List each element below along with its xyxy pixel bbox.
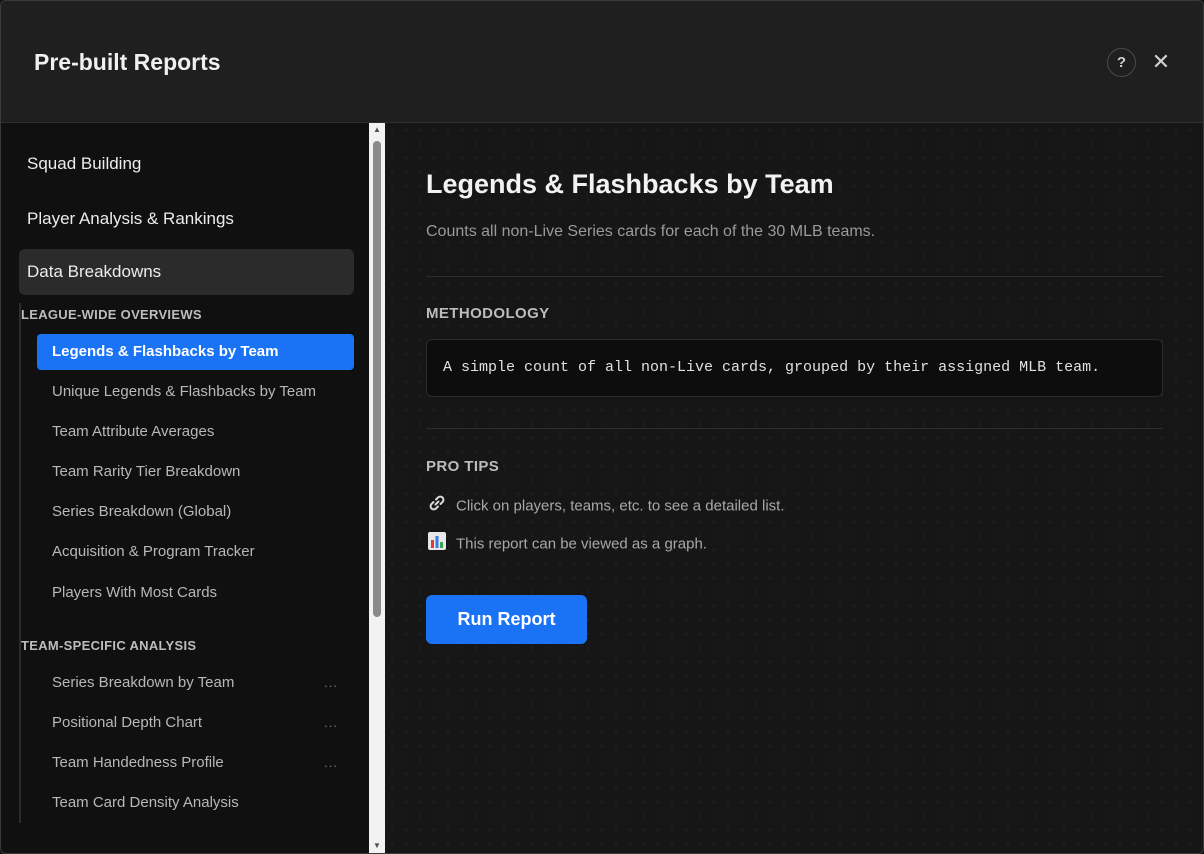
reports-dialog: Pre-built Reports ? ✕ Squad Building Pla… <box>0 0 1204 854</box>
section-team-specific: TEAM-SPECIFIC ANALYSIS <box>21 638 197 653</box>
help-button[interactable]: ? <box>1107 48 1136 77</box>
pro-tips-heading: PRO TIPS <box>426 458 500 475</box>
run-report-button[interactable]: Run Report <box>426 595 587 644</box>
report-detail-panel: Legends & Flashbacks by Team Counts all … <box>385 123 1203 853</box>
report-item-card-density[interactable]: Team Card Density Analysis <box>37 785 354 821</box>
report-item-handedness[interactable]: Team Handedness Profile ... <box>37 745 354 781</box>
item-label: Positional Depth Chart <box>52 714 203 731</box>
close-button[interactable]: ✕ <box>1149 49 1173 75</box>
category-data-breakdowns[interactable]: Data Breakdowns <box>19 249 354 295</box>
tip-item: Click on players, teams, etc. to see a d… <box>426 493 784 515</box>
more-options-icon[interactable]: ... <box>324 665 338 701</box>
sidebar: Squad Building Player Analysis & Ranking… <box>1 123 369 853</box>
item-label: Team Handedness Profile <box>52 754 224 771</box>
group-divider <box>19 303 21 823</box>
category-player-analysis[interactable]: Player Analysis & Rankings <box>19 196 354 242</box>
report-item-positional-depth[interactable]: Positional Depth Chart ... <box>37 705 354 741</box>
report-item-unique-legends[interactable]: Unique Legends & Flashbacks by Team <box>37 374 354 410</box>
more-options-icon[interactable]: ... <box>324 745 338 781</box>
dialog-header: Pre-built Reports ? ✕ <box>1 1 1203 123</box>
divider <box>426 276 1163 277</box>
report-item-series-by-team[interactable]: Series Breakdown by Team ... <box>37 665 354 701</box>
methodology-heading: METHODOLOGY <box>426 305 550 322</box>
divider <box>426 428 1163 429</box>
scroll-up-arrow-icon[interactable]: ▲ <box>369 123 385 137</box>
item-label: Series Breakdown by Team <box>52 674 235 691</box>
report-item-series-global[interactable]: Series Breakdown (Global) <box>37 494 354 530</box>
category-squad-building[interactable]: Squad Building <box>19 141 354 187</box>
bar-chart-icon <box>426 531 448 558</box>
scroll-thumb[interactable] <box>373 141 381 617</box>
scroll-down-arrow-icon[interactable]: ▼ <box>369 839 385 853</box>
report-description: Counts all non-Live Series cards for eac… <box>426 223 876 240</box>
tip-item: This report can be viewed as a graph. <box>426 531 707 553</box>
tip-text: Click on players, teams, etc. to see a d… <box>456 497 785 515</box>
report-item-team-attribute-averages[interactable]: Team Attribute Averages <box>37 414 354 450</box>
report-item-legends-flashbacks[interactable]: Legends & Flashbacks by Team <box>37 334 354 370</box>
sidebar-scrollbar[interactable]: ▲ ▼ <box>369 123 385 853</box>
methodology-box: A simple count of all non-Live cards, gr… <box>426 339 1163 397</box>
link-icon <box>426 493 448 520</box>
report-item-rarity-tier[interactable]: Team Rarity Tier Breakdown <box>37 454 354 490</box>
dialog-title: Pre-built Reports <box>34 49 221 75</box>
report-item-most-cards[interactable]: Players With Most Cards <box>37 575 354 611</box>
section-league-wide: LEAGUE-WIDE OVERVIEWS <box>21 307 202 322</box>
report-title: Legends & Flashbacks by Team <box>426 169 834 199</box>
report-item-acquisition-tracker[interactable]: Acquisition & Program Tracker <box>37 534 354 570</box>
more-options-icon[interactable]: ... <box>324 705 338 741</box>
tip-text: This report can be viewed as a graph. <box>456 535 707 553</box>
